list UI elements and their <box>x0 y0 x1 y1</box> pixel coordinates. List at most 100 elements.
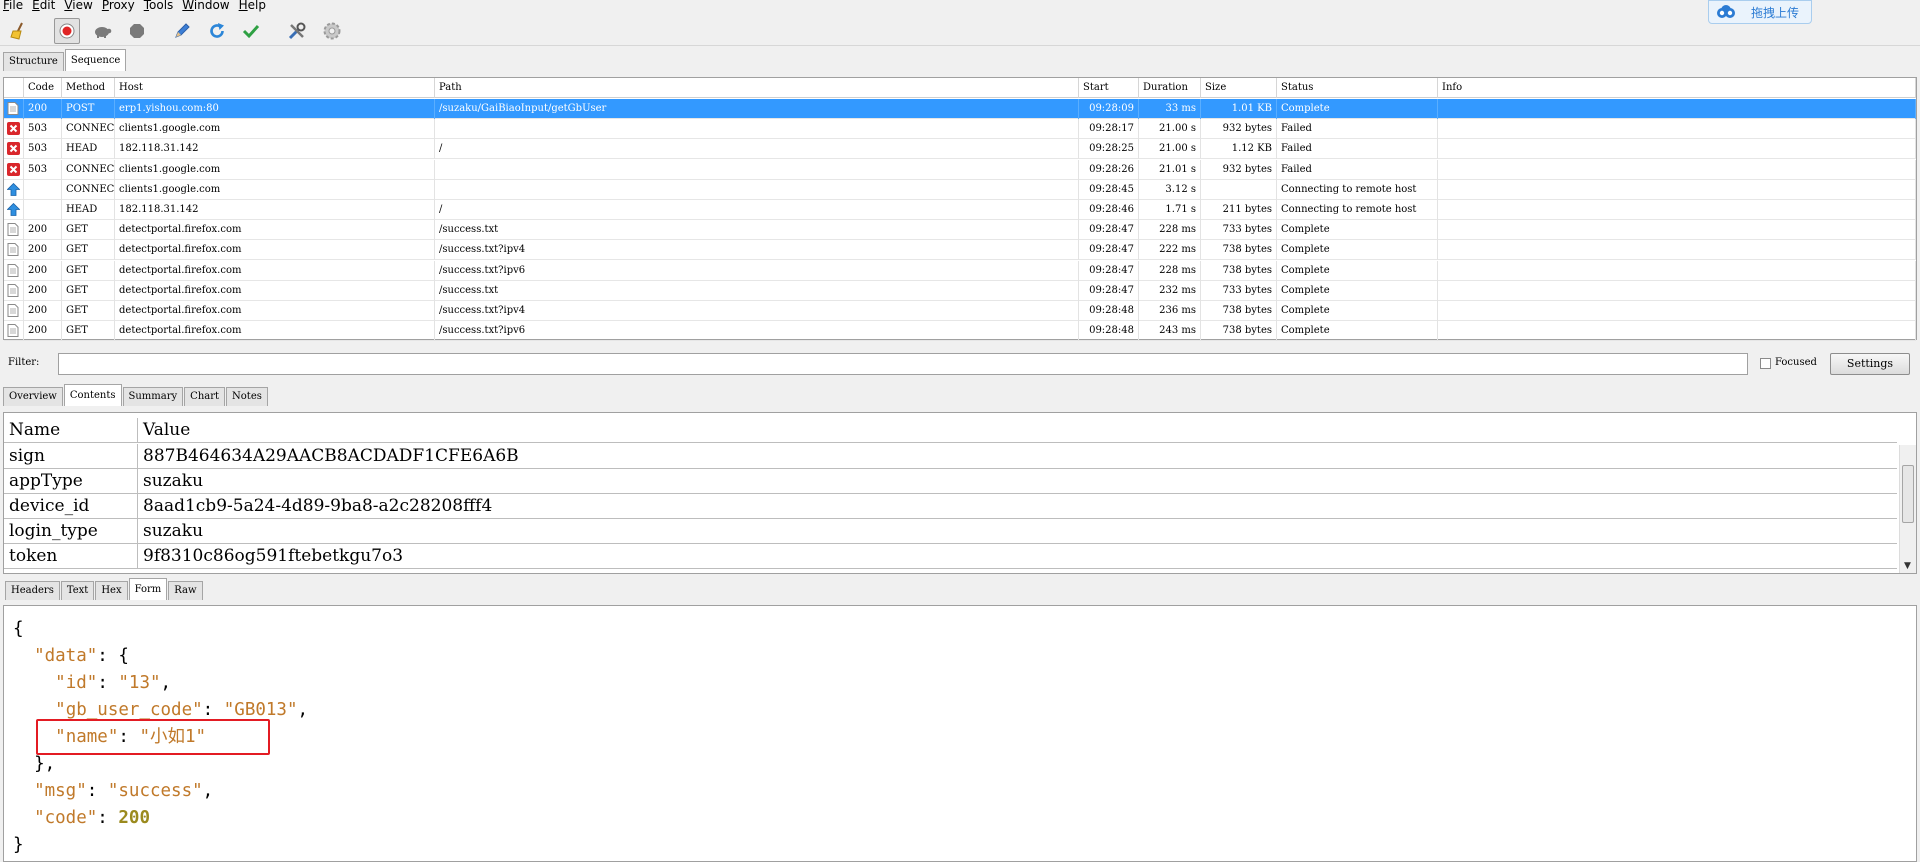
tab-headers[interactable]: Headers <box>5 581 60 600</box>
form-cell-value: suzaku <box>143 471 204 491</box>
tab-sequence[interactable]: Sequence <box>64 49 127 71</box>
table-row[interactable]: 503 HEAD 182.118.31.142/09:28:25 21.00 s 1.1… <box>4 139 1916 160</box>
menu-window[interactable]: Window <box>182 0 229 11</box>
menu-tools[interactable]: Tools <box>144 0 174 11</box>
cell-host: erp1.yishou.com:80 <box>115 99 435 119</box>
column-header-status[interactable]: Status <box>1277 78 1438 98</box>
cell-start: 09:28:47 <box>1079 220 1139 241</box>
cell-path: /success.txt?ipv4 <box>435 301 1079 321</box>
form-column-value[interactable]: Value <box>138 418 1897 443</box>
menu-help[interactable]: Help <box>239 0 266 11</box>
form-cell-value: 887B464634A29AACB8ACDADF1CFE6A6B <box>143 446 519 466</box>
table-row[interactable]: 503CONNECTclients1.google.com 09:28:1721.… <box>4 119 1916 140</box>
form-scrollbar[interactable]: ▼ <box>1899 445 1916 573</box>
cell-path: /suzaku/GaiBiaoInput/getGbUser <box>435 99 1079 119</box>
check-icon[interactable] <box>238 18 264 44</box>
column-header-start[interactable]: Start <box>1079 78 1139 98</box>
document-icon <box>4 240 24 261</box>
menu-edit[interactable]: Edit <box>32 0 55 11</box>
tab-text[interactable]: Text <box>60 581 95 600</box>
refresh-icon[interactable] <box>204 18 230 44</box>
error-icon <box>4 139 24 160</box>
cell-status: Complete <box>1277 240 1438 261</box>
column-header-path[interactable]: Path <box>435 78 1079 98</box>
cell-path <box>435 119 1079 140</box>
tab-raw[interactable]: Raw <box>168 581 203 600</box>
cell-host: 182.118.31.142 <box>115 139 435 160</box>
broom-icon[interactable] <box>6 18 32 44</box>
filter-input[interactable] <box>58 353 1748 375</box>
form-row[interactable]: appType suzaku <box>4 469 1897 494</box>
tab-contents[interactable]: Contents <box>63 384 122 406</box>
form-row[interactable]: sign 887B464634A29AACB8ACDADF1CFE6A6B <box>4 444 1897 469</box>
cell-duration: 222 ms <box>1139 240 1201 261</box>
stop-icon[interactable] <box>124 18 150 44</box>
document-icon <box>4 99 24 119</box>
column-header-method[interactable]: Method <box>62 78 115 98</box>
table-row[interactable]: CONNECTclients1.google.com 09:28:453.12 s… <box>4 179 1916 200</box>
document-icon <box>4 260 24 281</box>
form-cell-value: 8aad1cb9-5a24-4d89-9ba8-a2c28208fff4 <box>143 496 493 516</box>
cell-host: 182.118.31.142 <box>115 200 435 220</box>
document-icon <box>4 301 24 321</box>
json-key-id: "id" <box>55 673 98 693</box>
cell-method: GET <box>62 280 115 301</box>
column-header-code[interactable]: Code <box>24 78 62 98</box>
form-row[interactable]: token 9f8310c86og591ftebetkgu7o3 <box>4 544 1897 569</box>
cell-code: 503 <box>24 119 62 140</box>
json-open-brace: { <box>13 619 24 639</box>
record-icon[interactable] <box>54 18 80 44</box>
scroll-down-icon[interactable]: ▼ <box>1904 561 1911 571</box>
cell-info <box>1438 99 1916 119</box>
table-row[interactable]: 200 GET detectportal.firefox.com/success.t… <box>4 301 1916 321</box>
tab-notes[interactable]: Notes <box>226 387 268 406</box>
table-row[interactable]: 200 GET detectportal.firefox.com/success.t… <box>4 280 1916 301</box>
tab-overview[interactable]: Overview <box>3 387 63 406</box>
cell-start: 09:28:09 <box>1079 99 1139 119</box>
cell-method: GET <box>62 301 115 321</box>
scroll-thumb[interactable] <box>1902 465 1914 523</box>
table-row[interactable]: 200 GET detectportal.firefox.com/success.t… <box>4 240 1916 261</box>
settings-button[interactable]: Settings <box>1830 353 1910 375</box>
cell-code: 200 <box>24 260 62 281</box>
column-header-size[interactable]: Size <box>1201 78 1277 98</box>
table-row[interactable]: 503CONNECTclients1.google.com 09:28:2621.… <box>4 159 1916 180</box>
pen-icon[interactable] <box>169 18 195 44</box>
tab-summary[interactable]: Summary <box>122 387 184 406</box>
cell-code: 200 <box>24 220 62 241</box>
form-row[interactable]: login_type suzaku <box>4 519 1897 544</box>
tab-hex[interactable]: Hex <box>95 581 128 600</box>
gear-icon[interactable] <box>319 18 345 44</box>
cell-path: /success.txt?ipv6 <box>435 321 1079 342</box>
json-key-data: "data" <box>34 646 98 666</box>
focused-checkbox[interactable] <box>1760 358 1771 369</box>
table-row[interactable]: 200 POST erp1.yishou.com:80/suzaku/GaiBiao… <box>4 99 1916 119</box>
table-row[interactable]: HEAD 182.118.31.142/09:28:46 1.71 s 211 byt… <box>4 200 1916 220</box>
column-header-duration[interactable]: Duration <box>1139 78 1201 98</box>
table-row[interactable]: 200 GET detectportal.firefox.com/success.t… <box>4 220 1916 241</box>
tools-icon[interactable] <box>284 18 310 44</box>
view-tabs: Headers Text Hex Form Raw <box>5 578 204 600</box>
tab-chart[interactable]: Chart <box>184 387 226 406</box>
cell-size: 738 bytes <box>1201 240 1277 261</box>
tab-structure[interactable]: Structure <box>3 52 64 71</box>
form-header: Name Value <box>4 418 1897 443</box>
json-value-code: 200 <box>118 808 150 828</box>
column-header-info[interactable]: Info <box>1438 78 1916 98</box>
menu-file[interactable]: File <box>3 0 23 11</box>
cell-info <box>1438 260 1916 281</box>
cell-size: 738 bytes <box>1201 321 1277 342</box>
tab-form[interactable]: Form <box>128 578 168 600</box>
cell-info <box>1438 179 1916 200</box>
menu-proxy[interactable]: Proxy <box>102 0 135 11</box>
table-row[interactable]: 200 GET detectportal.firefox.com/success.t… <box>4 260 1916 281</box>
cell-status: Connecting to remote host <box>1277 200 1438 220</box>
table-row[interactable]: 200 GET detectportal.firefox.com/success.t… <box>4 321 1916 342</box>
cell-path <box>435 179 1079 200</box>
turtle-icon[interactable] <box>89 18 115 44</box>
cell-start: 09:28:46 <box>1079 200 1139 220</box>
form-column-name[interactable]: Name <box>4 418 138 443</box>
column-header-host[interactable]: Host <box>115 78 435 98</box>
form-row[interactable]: device_id 8aad1cb9-5a24-4d89-9ba8-a2c2820… <box>4 494 1897 519</box>
menu-view[interactable]: View <box>64 0 92 11</box>
